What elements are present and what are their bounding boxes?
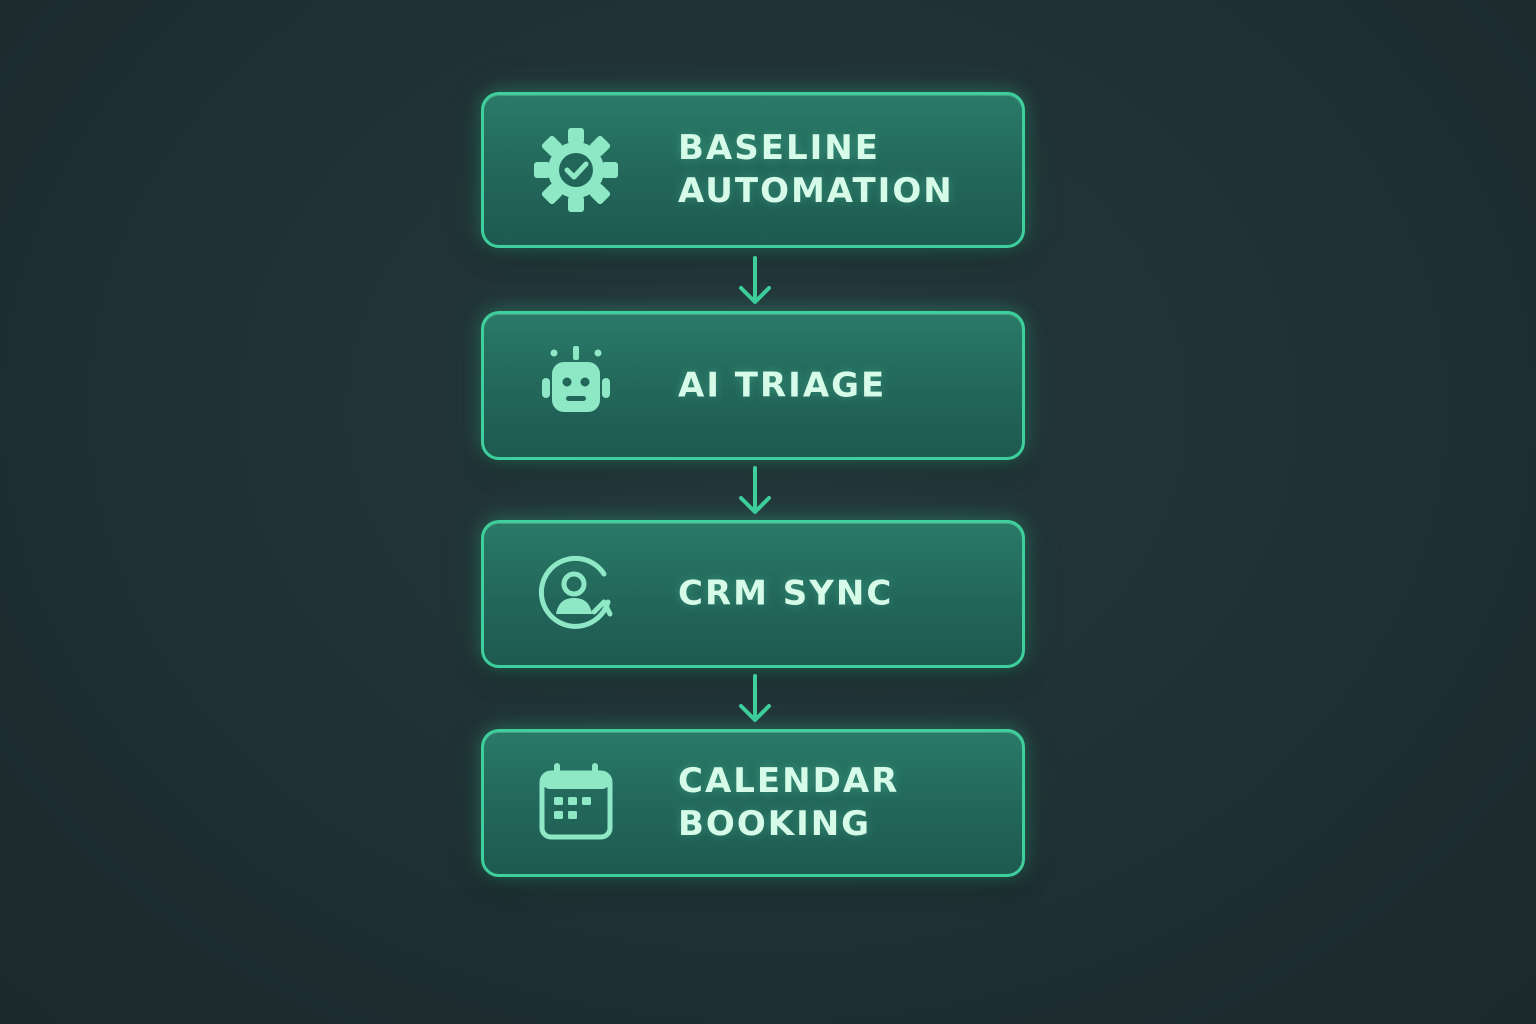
workflow-diagram: BASELINE AUTOMATION AI TRIAGE CRM SYNC C…	[0, 0, 1536, 1024]
step-label: AI TRIAGE	[678, 364, 1002, 407]
step-label-line: BASELINE	[678, 128, 880, 168]
step-label-line: CALENDAR	[678, 761, 900, 801]
down-arrow-icon	[733, 674, 777, 726]
down-arrow-icon	[733, 466, 777, 518]
step-label: CALENDAR BOOKING	[678, 760, 1002, 846]
user-sync-icon	[532, 550, 620, 638]
calendar-icon	[532, 759, 620, 847]
step-label-line: AI TRIAGE	[678, 365, 887, 405]
robot-icon	[532, 342, 620, 430]
step-label-line: CRM SYNC	[678, 573, 894, 614]
step-label-line: BOOKING	[678, 804, 872, 844]
gear-check-icon	[532, 126, 620, 214]
step-ai-triage: AI TRIAGE	[481, 311, 1025, 460]
step-calendar-booking: CALENDAR BOOKING	[481, 729, 1025, 877]
step-label: BASELINE AUTOMATION	[678, 127, 1002, 213]
step-label-line: AUTOMATION	[678, 171, 954, 211]
down-arrow-icon	[733, 256, 777, 308]
step-crm-sync: CRM SYNC	[481, 520, 1025, 668]
step-label: CRM SYNC	[678, 573, 1002, 616]
step-baseline-automation: BASELINE AUTOMATION	[481, 92, 1025, 248]
